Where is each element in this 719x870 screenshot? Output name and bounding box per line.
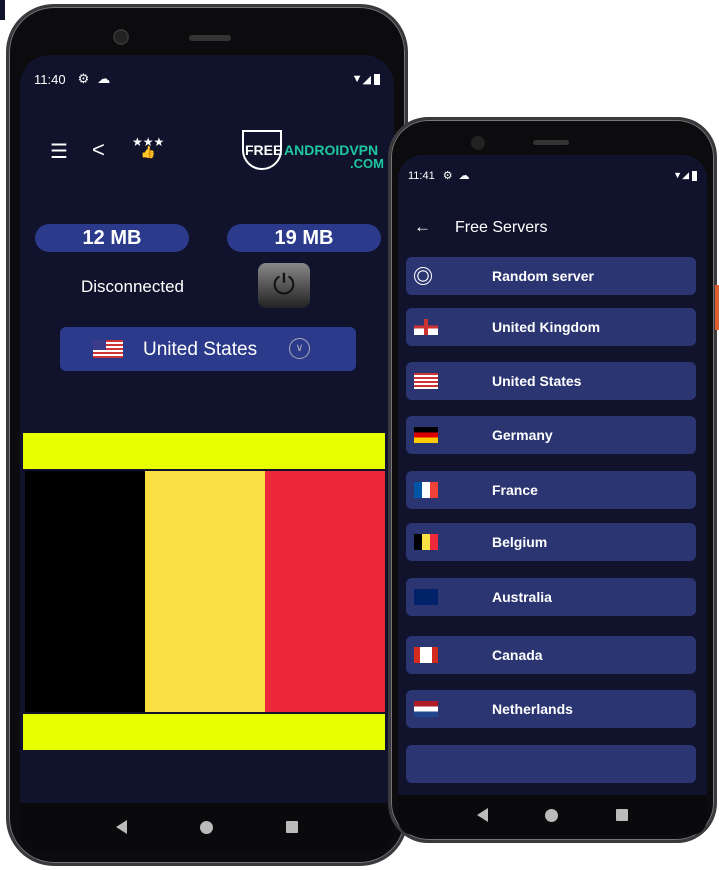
left-phone: 11:40 ⚙ ☁ ▼ ◢ ☰ < ★★★ 👍 FREE ANDROIDVPN .… [6, 4, 408, 866]
recents-nav-button[interactable] [616, 809, 629, 821]
signal-icon: ◢ [362, 73, 371, 86]
flag-fr-icon [414, 482, 438, 498]
clock: 11:41 [408, 169, 435, 182]
settings-icon: ⚙ [442, 170, 453, 182]
connection-status: Disconnected [81, 277, 185, 296]
logo: FREE ANDROIDVPN .COM [242, 130, 392, 175]
server-item[interactable]: Random server [406, 257, 696, 295]
server-item[interactable]: United States [406, 362, 696, 400]
flag-be-icon [414, 534, 438, 550]
power-key [715, 285, 719, 330]
flag-england-icon [414, 319, 438, 335]
left-screen: 11:40 ⚙ ☁ ▼ ◢ ☰ < ★★★ 👍 FREE ANDROIDVPN .… [20, 55, 394, 851]
right-screen: 11:41 ⚙ ☁ ▼◢ ← Free Servers Random serve… [398, 155, 707, 835]
server-item[interactable]: Belgium [406, 523, 696, 561]
back-nav-button[interactable] [476, 808, 488, 822]
server-label: Netherlands [492, 701, 573, 717]
nav-bar [398, 795, 707, 835]
cloud-icon: ☁ [97, 71, 111, 86]
share-button[interactable]: < [92, 137, 105, 163]
flag-us-icon [93, 340, 123, 358]
home-nav-button[interactable] [545, 808, 559, 822]
server-item[interactable]: United Kingdom [406, 308, 696, 346]
server-label: United States [492, 373, 582, 389]
server-label: Australia [492, 589, 552, 605]
country-selector[interactable]: United States ∨ [60, 327, 356, 371]
clock: 11:40 [34, 71, 66, 87]
speaker [189, 35, 231, 41]
home-nav-button[interactable] [199, 820, 213, 834]
server-label: United Kingdom [492, 319, 601, 335]
camera [113, 29, 129, 45]
back-button[interactable]: ← [414, 217, 431, 237]
server-label: Random server [492, 268, 594, 284]
back-nav-button[interactable] [116, 820, 128, 834]
wifi-icon: ▼ [351, 73, 363, 85]
server-item[interactable]: Netherlands [406, 690, 696, 728]
server-item[interactable]: Canada [406, 636, 696, 674]
download-usage: 12 MB [35, 224, 189, 252]
flag-nl-icon [414, 701, 438, 717]
battery-icon [374, 73, 380, 85]
settings-icon: ⚙ [77, 71, 90, 86]
menu-button[interactable]: ☰ [50, 139, 68, 164]
server-label: Belgium [492, 534, 548, 550]
status-bar: 11:40 ⚙ ☁ ▼ ◢ [20, 71, 394, 87]
server-item[interactable]: Australia [406, 578, 696, 616]
flag-ca-icon [414, 647, 438, 663]
server-label: Germany [492, 427, 553, 443]
recents-nav-button[interactable] [285, 821, 298, 833]
server-item[interactable]: France [406, 471, 696, 509]
server-label: Canada [492, 647, 543, 663]
server-item[interactable]: Germany [406, 416, 696, 454]
server-item-partial[interactable] [406, 745, 696, 783]
battery-icon [692, 170, 697, 181]
speaker [533, 140, 569, 145]
banner-ad[interactable] [23, 433, 385, 753]
flag-de-icon [414, 427, 438, 443]
cloud-icon: ☁ [458, 170, 470, 182]
corner-mark [0, 0, 5, 20]
flag-au-icon [414, 589, 438, 605]
upload-usage: 19 MB [227, 224, 381, 252]
camera [471, 136, 485, 150]
status-bar: 11:41 ⚙ ☁ ▼◢ [398, 169, 707, 182]
right-phone: 11:41 ⚙ ☁ ▼◢ ← Free Servers Random serve… [388, 117, 717, 843]
wifi-icon: ▼◢ [673, 170, 689, 180]
server-label: France [492, 482, 538, 498]
power-button[interactable]: ⏻ [258, 263, 310, 308]
chevron-down-icon: ∨ [289, 338, 310, 359]
globe-icon [414, 267, 432, 285]
flag-us-icon [414, 373, 438, 389]
page-title: Free Servers [455, 219, 548, 236]
nav-bar [20, 803, 394, 851]
rate-button[interactable]: ★★★ 👍 [132, 136, 164, 158]
